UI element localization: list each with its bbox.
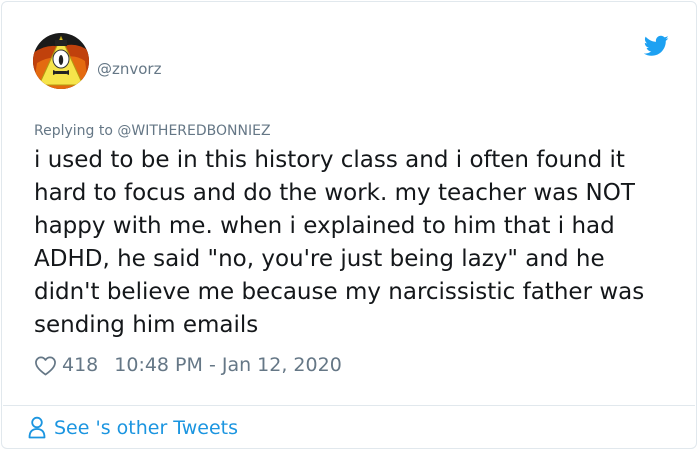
see-other-tweets-link[interactable]: See 's other Tweets (28, 416, 238, 439)
twitter-bird-icon[interactable] (643, 35, 669, 57)
see-other-tweets-label: See 's other Tweets (54, 416, 239, 439)
person-icon (28, 416, 46, 439)
tweet-card: @znvorz Replying to @WITHEREDBONNIEZ i u… (1, 1, 697, 449)
heart-icon[interactable] (34, 355, 57, 376)
replying-prefix: Replying to (34, 123, 113, 139)
avatar-image (33, 33, 89, 89)
tweet-meta: 418 10:48 PM - Jan 12, 2020 (34, 352, 342, 378)
like-count[interactable]: 418 (62, 354, 98, 376)
tweet-text: i used to be in this history class and i… (34, 147, 645, 338)
divider (3, 405, 695, 406)
replying-to: Replying to @WITHEREDBONNIEZ (34, 122, 271, 140)
timestamp[interactable]: 10:48 PM - Jan 12, 2020 (114, 354, 342, 376)
user-handle[interactable]: @znvorz (97, 59, 161, 79)
avatar[interactable] (33, 33, 89, 89)
replying-to-handle[interactable]: @WITHEREDBONNIEZ (117, 123, 270, 139)
